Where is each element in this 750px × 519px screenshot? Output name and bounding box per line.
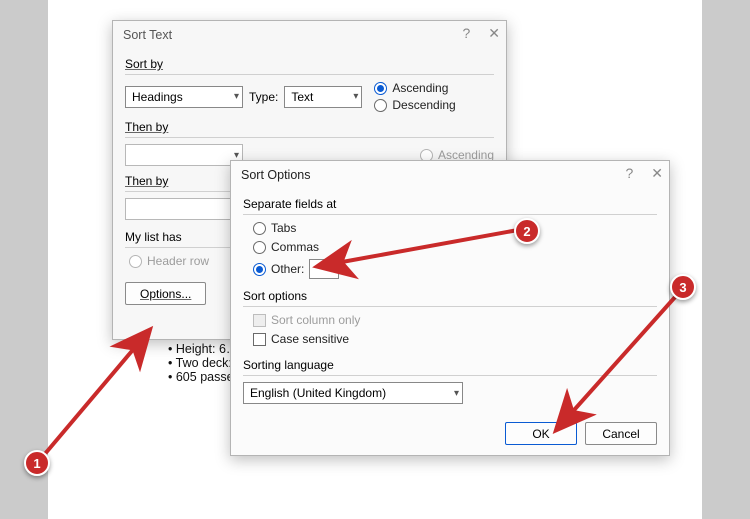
annotation-callout-1: 1: [24, 450, 50, 476]
ok-button[interactable]: OK: [505, 422, 577, 445]
other-radio[interactable]: Other:: [253, 259, 657, 279]
sort-by-type[interactable]: Text ▾: [284, 86, 362, 108]
sort-options-dialog: Sort Options ? ✕ Separate fields at Tabs…: [230, 160, 670, 456]
chevron-down-icon: ▾: [349, 91, 358, 102]
other-separator-input[interactable]: [309, 259, 339, 279]
close-icon[interactable]: ✕: [651, 165, 663, 182]
commas-radio[interactable]: Commas: [253, 240, 657, 254]
sorting-language-select[interactable]: English (United Kingdom) ▾: [243, 382, 463, 404]
sort-by-label: Sort by: [125, 57, 494, 71]
chevron-down-icon: ▾: [450, 388, 459, 399]
dialog-title: Sort Options: [231, 161, 669, 187]
options-button[interactable]: Options...: [125, 282, 206, 305]
separate-fields-label: Separate fields at: [243, 197, 657, 211]
then-by-label: Then by: [125, 120, 494, 134]
sort-options-label: Sort options: [243, 289, 657, 303]
close-icon[interactable]: ✕: [488, 25, 500, 42]
then-by-field-1[interactable]: ▾: [125, 144, 243, 166]
type-label: Type:: [249, 90, 278, 104]
tabs-radio[interactable]: Tabs: [253, 221, 657, 235]
document-bullets: Height: 6… Two deck: 605 passe: [168, 342, 238, 384]
bullet-item: 605 passe: [168, 370, 238, 384]
bullet-item: Height: 6…: [168, 342, 238, 356]
annotation-callout-2: 2: [514, 218, 540, 244]
bullet-item: Two deck:: [168, 356, 238, 370]
sort-by-field[interactable]: Headings ▾: [125, 86, 243, 108]
descending-radio[interactable]: Descending: [374, 98, 455, 112]
annotation-callout-3: 3: [670, 274, 696, 300]
help-icon[interactable]: ?: [625, 165, 633, 182]
dialog-title: Sort Text: [113, 21, 506, 47]
ascending-radio[interactable]: Ascending: [374, 81, 455, 95]
case-sensitive-check[interactable]: Case sensitive: [253, 332, 657, 346]
cancel-button[interactable]: Cancel: [585, 422, 657, 445]
chevron-down-icon: ▾: [230, 91, 239, 102]
chevron-down-icon: ▾: [230, 150, 239, 161]
sort-column-only-check: Sort column only: [253, 313, 657, 327]
then-by-field-2[interactable]: ▾: [125, 198, 243, 220]
sorting-language-label: Sorting language: [243, 358, 657, 372]
help-icon[interactable]: ?: [462, 25, 470, 42]
